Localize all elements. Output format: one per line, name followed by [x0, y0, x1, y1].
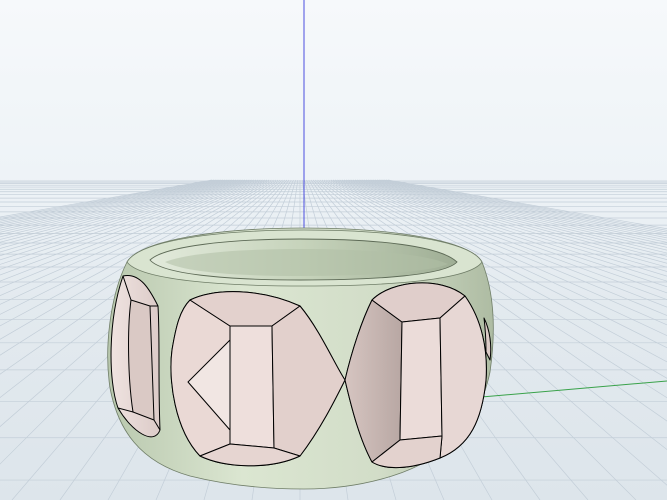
- facet-right-table: [399, 317, 443, 441]
- facet-left-inner: [128, 299, 155, 421]
- ring-model[interactable]: [107, 227, 494, 490]
- facet-center-table: [229, 325, 275, 449]
- x-axis-line: [469, 380, 667, 399]
- scene-canvas[interactable]: [0, 0, 667, 500]
- 3d-viewport[interactable]: [0, 0, 667, 500]
